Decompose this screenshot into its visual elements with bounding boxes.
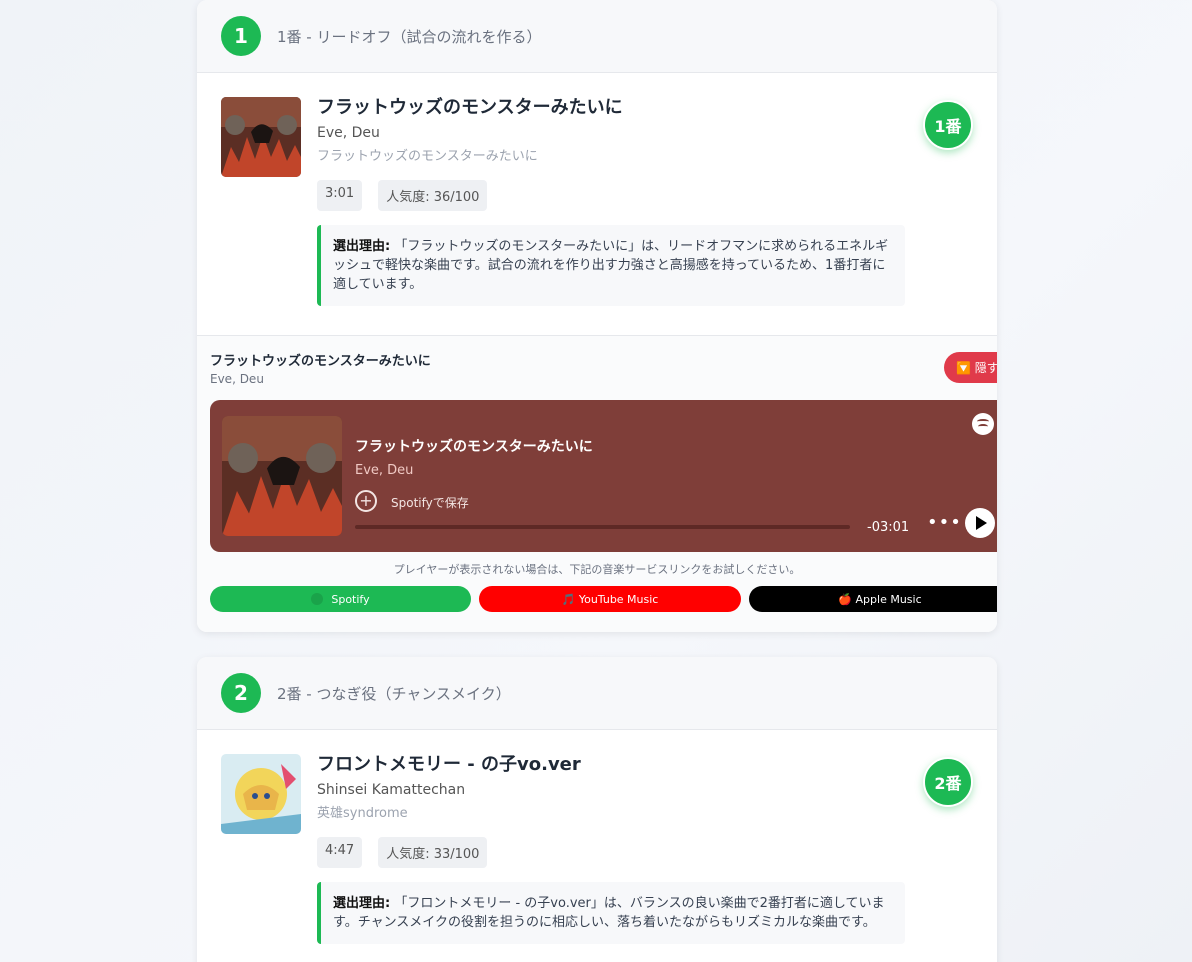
reason-text: 「フロントメモリー - の子vo.ver」は、バランスの良い楽曲で2番打者に適し…	[333, 896, 885, 930]
duration-tag: 4:47	[317, 837, 363, 868]
embed-artist[interactable]: Eve, Deu	[355, 463, 413, 478]
spotify-link-button[interactable]: Spotify	[210, 586, 471, 612]
order-badge: 2番	[923, 757, 973, 807]
player-song-title: フラットウッズのモンスターみたいに	[210, 354, 431, 369]
song-title: フラットウッズのモンスターみたいに	[317, 97, 623, 118]
embed-song-title[interactable]: フラットウッズのモンスターみたいに	[355, 436, 593, 456]
album-name: フラットウッズのモンスターみたいに	[317, 149, 538, 164]
reason-label: 選出理由:	[333, 896, 391, 911]
song-info: フロントメモリー - の子vo.ver Shinsei Kamattechan …	[317, 754, 905, 944]
add-circle-icon[interactable]: +	[355, 490, 377, 512]
save-to-spotify-label[interactable]: Spotifyで保存	[391, 494, 469, 511]
fallback-message: プレイヤーが表示されない場合は、下記の音楽サービスリンクをお試しください。	[393, 563, 801, 576]
spotify-embed-player: フラットウッズのモンスターみたいに Eve, Deu + Spotifyで保存 …	[210, 400, 997, 552]
tags: 3:01 人気度: 36/100	[317, 180, 905, 211]
progress-bar[interactable]	[355, 525, 850, 529]
selection-reason: 選出理由: 「フロントメモリー - の子vo.ver」は、バランスの良い楽曲で2…	[317, 882, 905, 944]
batting-order-card-1: 1 1番 - リードオフ（試合の流れを作る） フラットウッズのモンスターみたいに…	[197, 0, 997, 632]
popularity-tag: 人気度: 33/100	[378, 837, 488, 868]
selection-reason: 選出理由: 「フラットウッズのモンスターみたいに」は、リードオフマンに求められる…	[317, 225, 905, 306]
song-info: フラットウッズのモンスターみたいに Eve, Deu フラットウッズのモンスター…	[317, 97, 905, 306]
artist-name: Shinsei Kamattechan	[317, 782, 466, 798]
album-name: 英雄syndrome	[317, 806, 408, 821]
time-remaining: -03:01	[867, 520, 910, 535]
reason-label: 選出理由:	[333, 239, 391, 254]
player-artist: Eve, Deu	[210, 372, 264, 386]
duration-tag: 3:01	[317, 180, 363, 211]
more-icon[interactable]: •••	[927, 512, 962, 533]
album-cover[interactable]	[221, 754, 301, 834]
artist-name: Eve, Deu	[317, 125, 380, 141]
apple-music-link-button[interactable]: 🍎 Apple Music	[749, 586, 997, 612]
song-row: フロントメモリー - の子vo.ver Shinsei Kamattechan …	[197, 730, 997, 962]
popularity-tag: 人気度: 36/100	[378, 180, 488, 211]
album-cover[interactable]	[221, 97, 301, 177]
embed-album-cover[interactable]	[222, 416, 342, 536]
song-title: フロントメモリー - の子vo.ver	[317, 754, 581, 775]
card-header: 1 1番 - リードオフ（試合の流れを作る）	[197, 0, 997, 73]
tags: 4:47 人気度: 33/100	[317, 837, 905, 868]
order-badge: 1番	[923, 100, 973, 150]
song-row: フラットウッズのモンスターみたいに Eve, Deu フラットウッズのモンスター…	[197, 73, 997, 330]
album-art-icon	[221, 754, 301, 834]
album-art-icon	[222, 416, 342, 536]
play-icon[interactable]	[965, 508, 995, 538]
slot-title: 1番 - リードオフ（試合の流れを作る）	[277, 27, 542, 46]
card-header: 2 2番 - つなぎ役（チャンスメイク）	[197, 657, 997, 730]
spotify-logo-icon[interactable]	[972, 413, 994, 435]
slot-title: 2番 - つなぎ役（チャンスメイク）	[277, 684, 511, 703]
reason-text: 「フラットウッズのモンスターみたいに」は、リードオフマンに求められるエネルギッシ…	[333, 239, 889, 292]
youtube-music-link-button[interactable]: 🎵 YouTube Music	[479, 586, 741, 612]
batting-order-card-2: 2 2番 - つなぎ役（チャンスメイク） フロントメモリー - の子vo.ver…	[197, 657, 997, 962]
order-number: 1	[221, 16, 261, 56]
hide-player-button[interactable]: 🔽 隠す	[944, 352, 997, 383]
player-box: フラットウッズのモンスターみたいに Eve, Deu 🔽 隠す フラットウッズの…	[197, 335, 997, 632]
spotify-dot-icon	[311, 593, 324, 605]
album-art-icon	[221, 97, 301, 177]
order-number: 2	[221, 673, 261, 713]
spotify-link-label: Spotify	[331, 592, 370, 606]
